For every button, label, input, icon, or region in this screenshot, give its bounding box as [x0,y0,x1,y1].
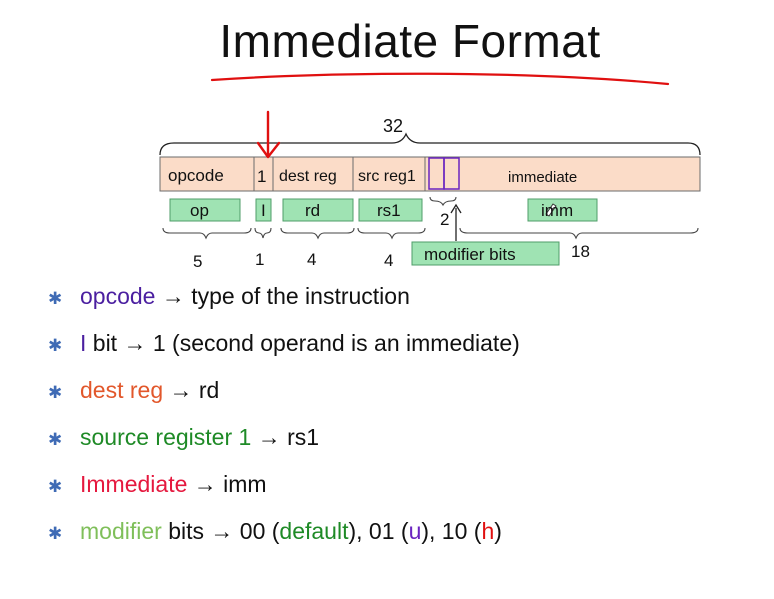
width-src: 4 [384,251,394,270]
bullet-rest: bit → 1 (second operand is an immediate) [86,330,520,356]
bullet-star-icon: ✱ [48,430,63,449]
field-bar [159,156,701,192]
brace-dest [280,227,355,240]
brace-immediate [459,227,699,240]
brace-src [357,227,426,240]
modifier-h: h [481,518,495,544]
width-immediate: 18 [571,242,590,261]
brace-opcode [162,227,252,240]
bullet-key: source register 1 [80,424,252,450]
field-opcode: opcode [168,166,224,185]
abbrev-rd: rd [305,201,321,220]
bullet-rest: bits → 00 ( [161,518,280,544]
modifier-bits-label: modifier bits [424,245,516,264]
brace-modifier [429,196,457,207]
bullet-star-icon: ✱ [48,477,63,496]
bullet-rest: → imm [187,471,267,497]
width-opcode: 5 [193,252,203,271]
bullet-key: modifier [80,518,162,544]
bullet-star-icon: ✱ [48,336,63,355]
bullet-rest: → rs1 [251,424,320,450]
bullet-rest: → type of the instruction [155,283,410,309]
field-dest-reg: dest reg [279,168,337,185]
abbrev-op: op [190,201,209,220]
width-i: 1 [255,250,265,269]
abbrev-rs1: rs1 [377,201,401,220]
total-bits-label: 32 [383,116,404,136]
bullet-key: dest reg [80,377,164,403]
bullet-star-icon: ✱ [48,383,63,402]
bullet-rest: ) [494,518,502,544]
width-dest: 4 [307,250,317,269]
bullet-star-icon: ✱ [48,289,63,308]
modifier-width: 2 [440,210,450,229]
abbrev-imm: imm [541,201,574,220]
brace-i [254,227,272,239]
field-src-reg1: src reg1 [358,168,416,185]
bullet-rest: ), 10 ( [421,518,482,544]
bullet-key: Immediate [80,471,188,497]
bullet-key: opcode [80,283,156,309]
modifier-default: default [279,518,349,544]
top-brace [159,132,701,156]
bullet-rest: ), 01 ( [348,518,409,544]
bullet-star-icon: ✱ [48,524,63,543]
bullet-rest: → rd [163,377,220,403]
field-immediate: immediate [508,169,578,186]
abbrev-i: I [261,201,266,220]
modifier-u: u [408,518,422,544]
field-i-bit: 1 [257,167,267,186]
